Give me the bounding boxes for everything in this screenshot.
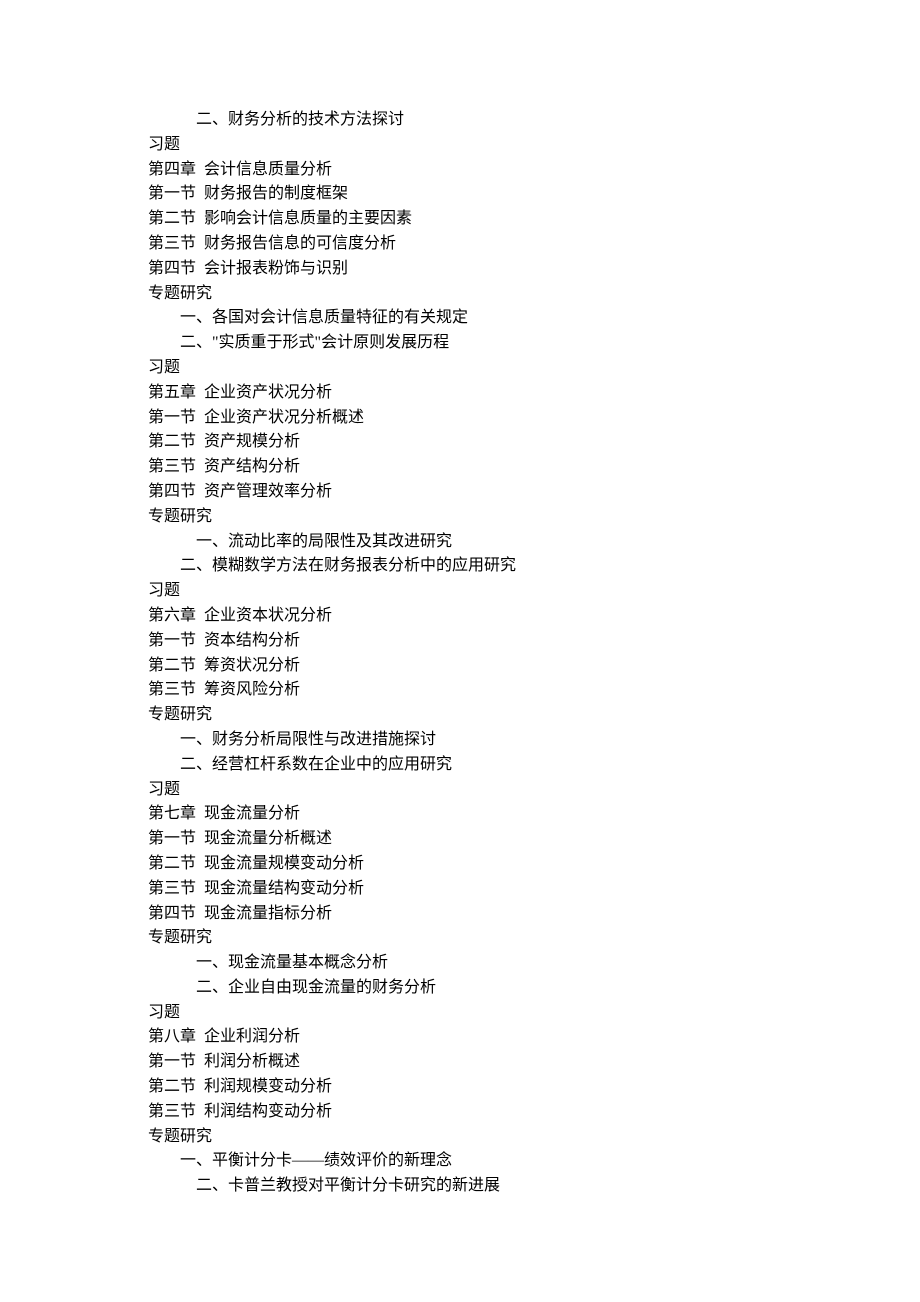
document-page: 二、财务分析的技术方法探讨习题第四章 会计信息质量分析第一节 财务报告的制度框架… [0, 0, 920, 1302]
toc-line: 第三节 现金流量结构变动分析 [148, 877, 920, 902]
toc-line: 习题 [148, 579, 920, 604]
toc-line: 二、模糊数学方法在财务报表分析中的应用研究 [148, 554, 920, 579]
toc-line: 第二节 现金流量规模变动分析 [148, 852, 920, 877]
toc-line: 二、"实质重于形式"会计原则发展历程 [148, 331, 920, 356]
toc-line: 专题研究 [148, 282, 920, 307]
toc-line: 第四节 现金流量指标分析 [148, 902, 920, 927]
toc-line: 一、现金流量基本概念分析 [148, 951, 920, 976]
toc-line: 第二节 筹资状况分析 [148, 654, 920, 679]
toc-line: 第六章 企业资本状况分析 [148, 604, 920, 629]
toc-line: 第四章 会计信息质量分析 [148, 158, 920, 183]
toc-line: 第一节 现金流量分析概述 [148, 827, 920, 852]
toc-line: 第一节 财务报告的制度框架 [148, 182, 920, 207]
toc-line: 第三节 利润结构变动分析 [148, 1100, 920, 1125]
toc-line: 第二节 资产规模分析 [148, 430, 920, 455]
toc-line: 第七章 现金流量分析 [148, 802, 920, 827]
toc-line: 专题研究 [148, 1125, 920, 1150]
toc-line: 二、财务分析的技术方法探讨 [148, 108, 920, 133]
toc-line: 二、经营杠杆系数在企业中的应用研究 [148, 753, 920, 778]
toc-line: 第一节 资本结构分析 [148, 629, 920, 654]
toc-line: 第三节 财务报告信息的可信度分析 [148, 232, 920, 257]
toc-line: 习题 [148, 778, 920, 803]
toc-line: 一、流动比率的局限性及其改进研究 [148, 530, 920, 555]
toc-line: 第四节 会计报表粉饰与识别 [148, 257, 920, 282]
toc-line: 一、财务分析局限性与改进措施探讨 [148, 728, 920, 753]
toc-line: 第五章 企业资产状况分析 [148, 381, 920, 406]
toc-line: 第三节 资产结构分析 [148, 455, 920, 480]
toc-line: 专题研究 [148, 505, 920, 530]
toc-line: 一、平衡计分卡——绩效评价的新理念 [148, 1149, 920, 1174]
toc-line: 专题研究 [148, 703, 920, 728]
toc-line: 专题研究 [148, 926, 920, 951]
toc-line: 二、企业自由现金流量的财务分析 [148, 976, 920, 1001]
toc-line: 习题 [148, 356, 920, 381]
toc-line: 第八章 企业利润分析 [148, 1025, 920, 1050]
toc-line: 习题 [148, 1001, 920, 1026]
toc-line: 第四节 资产管理效率分析 [148, 480, 920, 505]
toc-line: 二、卡普兰教授对平衡计分卡研究的新进展 [148, 1174, 920, 1199]
toc-line: 第一节 利润分析概述 [148, 1050, 920, 1075]
toc-line: 第二节 利润规模变动分析 [148, 1075, 920, 1100]
toc-line: 习题 [148, 133, 920, 158]
toc-line: 一、各国对会计信息质量特征的有关规定 [148, 306, 920, 331]
toc-line: 第三节 筹资风险分析 [148, 678, 920, 703]
toc-line: 第一节 企业资产状况分析概述 [148, 406, 920, 431]
toc-line: 第二节 影响会计信息质量的主要因素 [148, 207, 920, 232]
